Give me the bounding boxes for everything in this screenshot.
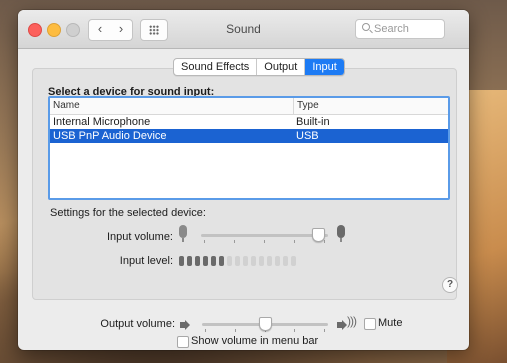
- tab-output[interactable]: Output: [257, 59, 306, 75]
- table-row[interactable]: USB PnP Audio Device USB: [50, 129, 448, 143]
- level-segment: [211, 256, 216, 266]
- level-segment: [227, 256, 232, 266]
- mic-low-icon: [179, 225, 187, 242]
- table-row[interactable]: Internal Microphone Built-in: [50, 115, 448, 129]
- device-name: USB PnP Audio Device: [53, 130, 167, 142]
- mute-checkbox[interactable]: [364, 318, 376, 330]
- input-level-label: Input level:: [119, 255, 173, 267]
- level-segment: [243, 256, 248, 266]
- search-icon: [362, 23, 370, 31]
- input-volume-knob[interactable]: [311, 228, 325, 242]
- column-header-name[interactable]: Name: [50, 98, 294, 114]
- help-button[interactable]: ?: [442, 277, 458, 293]
- level-segment: [267, 256, 272, 266]
- search-input[interactable]: Search: [355, 19, 445, 39]
- level-segment: [235, 256, 240, 266]
- device-type: Built-in: [296, 116, 330, 128]
- tab-input[interactable]: Input: [305, 59, 344, 75]
- mic-high-icon: [337, 225, 345, 242]
- level-segment: [187, 256, 192, 266]
- column-header-type[interactable]: Type: [294, 98, 319, 114]
- input-volume-slider[interactable]: [201, 234, 328, 237]
- search-placeholder: Search: [374, 23, 409, 35]
- show-volume-menubar-checkbox[interactable]: [177, 336, 189, 348]
- level-segment: [203, 256, 208, 266]
- level-segment: [275, 256, 280, 266]
- tab-sound-effects[interactable]: Sound Effects: [174, 59, 258, 75]
- level-segment: [251, 256, 256, 266]
- output-volume-knob[interactable]: [259, 317, 272, 331]
- show-volume-menubar-label: Show volume in menu bar: [191, 335, 319, 347]
- input-volume-ticks: [204, 240, 325, 243]
- level-segment: [219, 256, 224, 266]
- level-segment: [195, 256, 200, 266]
- tab-bar: Sound Effects Output Input: [173, 58, 345, 76]
- level-segment: [179, 256, 184, 266]
- input-volume-label: Input volume:: [106, 231, 173, 243]
- speaker-high-icon: [337, 322, 343, 328]
- sound-waves-icon: ))): [347, 314, 357, 328]
- input-level-meter: [179, 256, 296, 266]
- device-name: Internal Microphone: [53, 116, 151, 128]
- speaker-low-icon: [180, 322, 186, 328]
- table-header: Name Type: [50, 98, 448, 115]
- output-volume-label: Output volume:: [100, 318, 175, 330]
- mute-label: Mute: [378, 317, 403, 329]
- settings-title: Settings for the selected device:: [50, 207, 206, 219]
- level-segment: [291, 256, 296, 266]
- device-type: USB: [296, 130, 319, 142]
- device-table: Name Type Internal Microphone Built-in U…: [48, 96, 450, 200]
- level-segment: [283, 256, 288, 266]
- titlebar: ‹ › Sound Search: [18, 10, 469, 49]
- level-segment: [259, 256, 264, 266]
